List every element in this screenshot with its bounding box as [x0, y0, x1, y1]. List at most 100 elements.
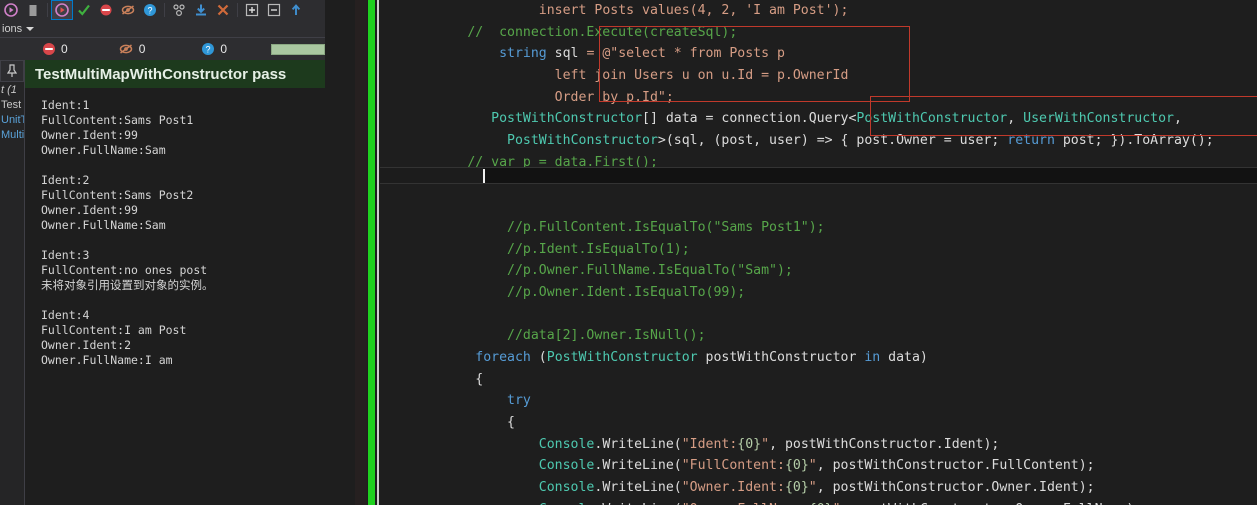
output-line: Ident:2 — [41, 173, 90, 187]
code-token: //data[2].Owner.IsNull(); — [380, 328, 706, 344]
editor-gutter-strip — [355, 0, 367, 505]
collapse-all-icon[interactable] — [263, 0, 285, 20]
failed-status[interactable]: 0 — [42, 42, 68, 56]
code-line[interactable]: try — [380, 390, 1214, 412]
run-all-icon[interactable] — [0, 0, 22, 20]
changed-lines-margin — [368, 0, 375, 505]
svg-text:?: ? — [206, 45, 211, 55]
output-line: Owner.FullName:Sam — [41, 218, 166, 232]
code-token: data) — [880, 350, 928, 365]
notrun-count: 0 — [220, 42, 228, 56]
code-line[interactable]: insert Posts values(4, 2, 'I am Post'); — [380, 0, 1214, 22]
code-token: {0} — [784, 458, 809, 474]
code-token: try — [507, 393, 531, 409]
collapsed-region-bar[interactable] — [380, 167, 1257, 184]
clear-icon[interactable] — [212, 0, 234, 20]
output-line: FullContent:I am Post — [41, 323, 187, 337]
code-token: in — [864, 350, 881, 365]
skipped-count: 0 — [138, 42, 146, 56]
output-line: Owner.FullName:I am — [41, 353, 173, 367]
expand-all-icon[interactable] — [241, 0, 263, 20]
code-line[interactable] — [380, 195, 1214, 217]
code-line[interactable]: Console.WriteLine("Owner.Ident:{0}", pos… — [380, 477, 1214, 499]
output-line: FullContent:Sams Post1 — [41, 113, 194, 127]
download-icon[interactable] — [190, 0, 212, 20]
code-line[interactable]: //p.Ident.IsEqualTo(1); — [380, 239, 1214, 261]
code-token: , postWithConstructor.Owner.Ident); — [816, 480, 1095, 496]
chevron-down-icon[interactable] — [26, 26, 35, 31]
code-line[interactable]: //p.Owner.FullName.IsEqualTo("Sam"); — [380, 260, 1214, 282]
code-editor[interactable]: insert Posts values(4, 2, 'I am Post'); … — [380, 0, 1257, 505]
output-line: FullContent:Sams Post2 — [41, 188, 194, 202]
code-line[interactable]: // connection.Execute(createSql); — [380, 22, 1214, 44]
passed-filter-icon[interactable] — [73, 0, 95, 20]
code-line[interactable]: left join Users u on u.Id = p.OwnerId — [380, 65, 1214, 87]
output-line: Owner.Ident:99 — [41, 128, 138, 142]
code-token: "FullContent: — [681, 458, 785, 474]
code-token: UserWithConstructor — [1023, 111, 1174, 127]
code-text[interactable]: insert Posts values(4, 2, 'I am Post'); … — [380, 0, 1214, 505]
code-line[interactable] — [380, 304, 1214, 326]
skipped-status[interactable]: 0 — [118, 42, 146, 56]
code-line[interactable]: //data[2].Owner.IsNull(); — [380, 325, 1214, 347]
output-line: Owner.Ident:2 — [41, 338, 132, 352]
editor-left-border — [377, 0, 379, 505]
tree-node-2[interactable]: UnitT — [0, 112, 24, 127]
code-line[interactable]: foreach (PostWithConstructor postWithCon… — [380, 347, 1214, 369]
stop-icon[interactable] — [22, 0, 44, 20]
code-token: PostWithConstructor — [546, 350, 698, 365]
code-token: PostWithConstructor — [507, 133, 658, 149]
code-line[interactable]: //p.FullContent.IsEqualTo("Sams Post1"); — [380, 217, 1214, 239]
tree-node-1[interactable]: Test — [0, 97, 24, 112]
code-line[interactable]: //p.Owner.Ident.IsEqualTo(99); — [380, 282, 1214, 304]
code-line[interactable]: { — [380, 412, 1214, 434]
code-line[interactable]: Console.WriteLine("Ident:{0}", postWithC… — [380, 434, 1214, 456]
vs-window: ? ions 0 0 ? 0 t (1 Test UnitT Multi Tes… — [0, 0, 1257, 505]
test-result-pane: TestMultiMapWithConstructor pass Ident:1… — [24, 60, 325, 505]
output-blank-line — [41, 158, 325, 173]
up-arrow-icon[interactable] — [285, 0, 307, 20]
code-token: .WriteLine( — [594, 458, 682, 474]
code-token: ( — [530, 350, 547, 365]
code-token: PostWithConstructor — [491, 111, 643, 127]
code-token: " — [808, 480, 817, 496]
test-output-text: Ident:1 FullContent:Sams Post1 Owner.Ident… — [25, 88, 325, 368]
output-line: Ident:3 — [41, 248, 90, 262]
code-token: postWithConstructor — [697, 350, 865, 365]
code-line[interactable]: { — [380, 369, 1214, 391]
run-selected-icon[interactable] — [51, 0, 73, 20]
output-blank-line — [41, 233, 325, 248]
options-label[interactable]: ions — [2, 23, 22, 35]
code-token: " — [761, 436, 770, 452]
output-line: 未将对象引用设置到对象的实例。 — [41, 278, 214, 292]
toolbar-separator-3 — [237, 3, 238, 17]
test-result-title[interactable]: TestMultiMapWithConstructor pass — [25, 60, 325, 88]
code-token: foreach — [475, 350, 531, 365]
code-line[interactable]: PostWithConstructor>(sql, (post, user) =… — [380, 130, 1214, 152]
notrun-filter-icon[interactable]: ? — [139, 0, 161, 20]
code-line[interactable]: string sql = @"select * from Posts p — [380, 43, 1214, 65]
tree-node-3[interactable]: Multi — [0, 127, 24, 142]
notrun-status[interactable]: ? 0 — [201, 42, 227, 56]
code-token: {0} — [737, 436, 762, 452]
tree-node-0[interactable]: t (1 — [0, 82, 24, 97]
pin-icon[interactable] — [0, 60, 24, 82]
code-token: //p.Owner.FullName.IsEqualTo("Sam"); — [380, 263, 793, 279]
code-line[interactable]: Order by p.Id"; — [380, 87, 1214, 109]
code-line[interactable]: PostWithConstructor[] data = connection.… — [380, 108, 1214, 130]
test-status-row: 0 0 ? 0 — [0, 38, 325, 60]
failed-count: 0 — [61, 42, 68, 56]
code-line[interactable]: Console.WriteLine("Owner.FullName:{0}", … — [380, 499, 1214, 505]
code-token: Console — [538, 458, 595, 474]
skipped-filter-icon[interactable] — [117, 0, 139, 20]
code-token: PostWithConstructor — [856, 111, 1008, 127]
code-token: string — [499, 46, 547, 62]
code-line[interactable]: Console.WriteLine("FullContent:{0}", pos… — [380, 455, 1214, 477]
code-token: = @"select * from Posts p — [586, 46, 785, 62]
test-explorer-panel: ? ions 0 0 ? 0 t (1 Test UnitT Multi Tes… — [0, 0, 325, 505]
failed-filter-icon[interactable] — [95, 0, 117, 20]
group-by-icon[interactable] — [168, 0, 190, 20]
output-line: Owner.Ident:99 — [41, 203, 138, 217]
